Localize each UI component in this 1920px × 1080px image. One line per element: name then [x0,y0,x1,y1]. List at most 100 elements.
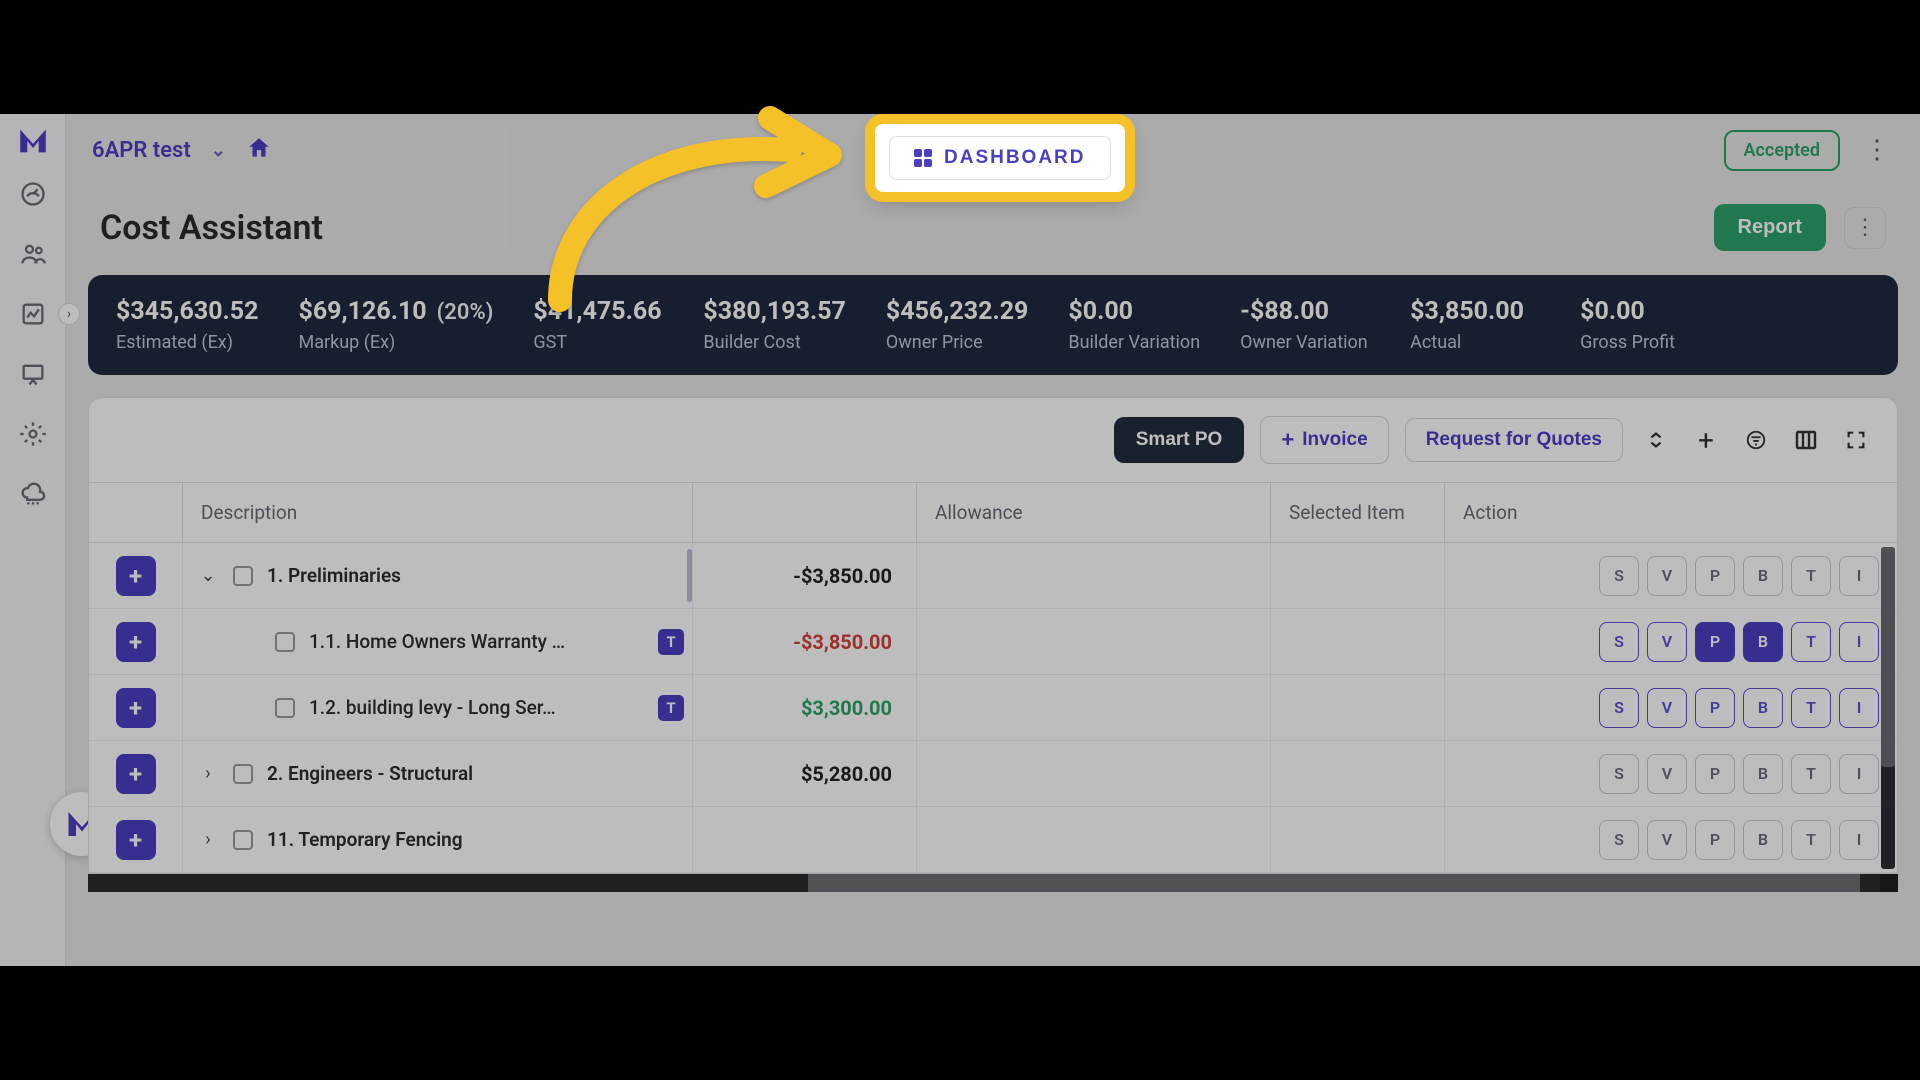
row-allowance [917,741,1271,806]
action-p-button[interactable]: P [1695,754,1735,794]
table-row: +1.1. Home Owners Warranty …T-$3,850.00S… [89,609,1897,675]
action-s-button[interactable]: S [1599,688,1639,728]
action-v-button[interactable]: V [1647,556,1687,596]
action-t-button[interactable]: T [1791,622,1831,662]
horizontal-scrollbar-track[interactable] [88,874,1898,892]
action-v-button[interactable]: V [1647,622,1687,662]
add-row-button[interactable]: + [116,622,156,662]
add-row-button[interactable]: + [116,556,156,596]
row-actions: SVPBTI [1445,609,1897,674]
expand-toggle-icon[interactable]: › [197,763,219,784]
metric-label: GST [533,332,663,353]
action-i-button[interactable]: I [1839,754,1879,794]
nav-dashboard-icon[interactable] [0,164,66,224]
action-p-button[interactable]: P [1695,556,1735,596]
add-row-button[interactable]: + [116,820,156,860]
table-body: +⌄1. Preliminaries-$3,850.00SVPBTI+1.1. … [89,543,1897,873]
invoice-button[interactable]: + Invoice [1260,416,1388,464]
metric-card: $69,126.10(20%)Markup (Ex) [299,297,494,353]
action-p-button[interactable]: P [1695,820,1735,860]
action-s-button[interactable]: S [1599,556,1639,596]
nav-cloud-icon[interactable] [0,464,66,524]
action-s-button[interactable]: S [1599,820,1639,860]
action-v-button[interactable]: V [1647,688,1687,728]
filter-icon[interactable] [1739,423,1773,457]
action-t-button[interactable]: T [1791,754,1831,794]
col-amount[interactable] [693,483,917,542]
page-kebab-icon[interactable]: ⋮ [1844,207,1886,249]
chevron-down-icon: ⌄ [211,140,226,161]
action-i-button[interactable]: I [1839,688,1879,728]
smart-po-button[interactable]: Smart PO [1114,417,1245,463]
rfq-button[interactable]: Request for Quotes [1405,418,1623,462]
col-selected-item[interactable]: Selected Item [1271,483,1445,542]
metric-value: $456,232.29 [886,297,1029,326]
action-b-button[interactable]: B [1743,688,1783,728]
action-s-button[interactable]: S [1599,622,1639,662]
nav-people-icon[interactable] [0,224,66,284]
action-i-button[interactable]: I [1839,556,1879,596]
add-row-icon[interactable]: + [1689,423,1723,457]
action-b-button[interactable]: B [1743,556,1783,596]
dashboard-button-highlighted[interactable]: DASHBOARD [889,136,1111,180]
action-t-button[interactable]: T [1791,820,1831,860]
expand-toggle-icon[interactable]: › [197,829,219,850]
add-row-button[interactable]: + [116,688,156,728]
metric-value: $3,850.00 [1410,297,1540,326]
tutorial-highlight: DASHBOARD [875,124,1125,192]
metric-value: -$88.00 [1240,297,1370,326]
row-selected-item [1271,807,1445,872]
add-row-button[interactable]: + [116,754,156,794]
action-v-button[interactable]: V [1647,820,1687,860]
expand-toggle-icon[interactable]: ⌄ [197,565,219,586]
row-checkbox[interactable] [275,698,295,718]
action-i-button[interactable]: I [1839,820,1879,860]
metric-label: Estimated (Ex) [116,332,259,353]
home-icon[interactable] [246,135,272,165]
row-description: 2. Engineers - Structural [267,762,678,785]
row-selected-item [1271,675,1445,740]
action-s-button[interactable]: S [1599,754,1639,794]
action-p-button[interactable]: P [1695,622,1735,662]
action-b-button[interactable]: B [1743,754,1783,794]
page-title: Cost Assistant [100,208,323,248]
row-amount [693,807,917,872]
col-description[interactable]: Description [183,483,693,542]
row-checkbox[interactable] [275,632,295,652]
action-t-button[interactable]: T [1791,688,1831,728]
column-resize-handle[interactable] [687,549,692,602]
nav-reports-icon[interactable]: › [0,284,66,344]
action-p-button[interactable]: P [1695,688,1735,728]
action-b-button[interactable]: B [1743,820,1783,860]
row-selected-item [1271,741,1445,806]
col-action[interactable]: Action [1445,483,1897,542]
action-b-button[interactable]: B [1743,622,1783,662]
fullscreen-icon[interactable] [1839,423,1873,457]
row-description: 11. Temporary Fencing [267,828,678,851]
row-checkbox[interactable] [233,566,253,586]
collapse-all-icon[interactable] [1639,423,1673,457]
nav-presentation-icon[interactable] [0,344,66,404]
action-i-button[interactable]: I [1839,622,1879,662]
topbar-kebab-icon[interactable]: ⋮ [1860,135,1894,165]
row-allowance [917,807,1271,872]
table-row: +⌄1. Preliminaries-$3,850.00SVPBTI [89,543,1897,609]
row-description: 1.2. building levy - Long Ser… [309,696,678,719]
col-allowance[interactable]: Allowance [917,483,1271,542]
row-amount: $3,300.00 [693,675,917,740]
horizontal-scrollbar-thumb[interactable] [808,874,1860,892]
report-button[interactable]: Report [1714,204,1826,251]
metric-card: $0.00Gross Profit [1580,297,1710,353]
action-t-button[interactable]: T [1791,556,1831,596]
nav-settings-icon[interactable] [0,404,66,464]
row-actions: SVPBTI [1445,675,1897,740]
metric-value: $0.00 [1068,297,1200,326]
action-v-button[interactable]: V [1647,754,1687,794]
row-checkbox[interactable] [233,830,253,850]
columns-icon[interactable] [1789,423,1823,457]
metric-label: Builder Cost [703,332,846,353]
invoice-label: Invoice [1302,429,1367,451]
row-checkbox[interactable] [233,764,253,784]
row-allowance [917,675,1271,740]
project-selector[interactable]: 6APR test ⌄ [92,138,226,163]
